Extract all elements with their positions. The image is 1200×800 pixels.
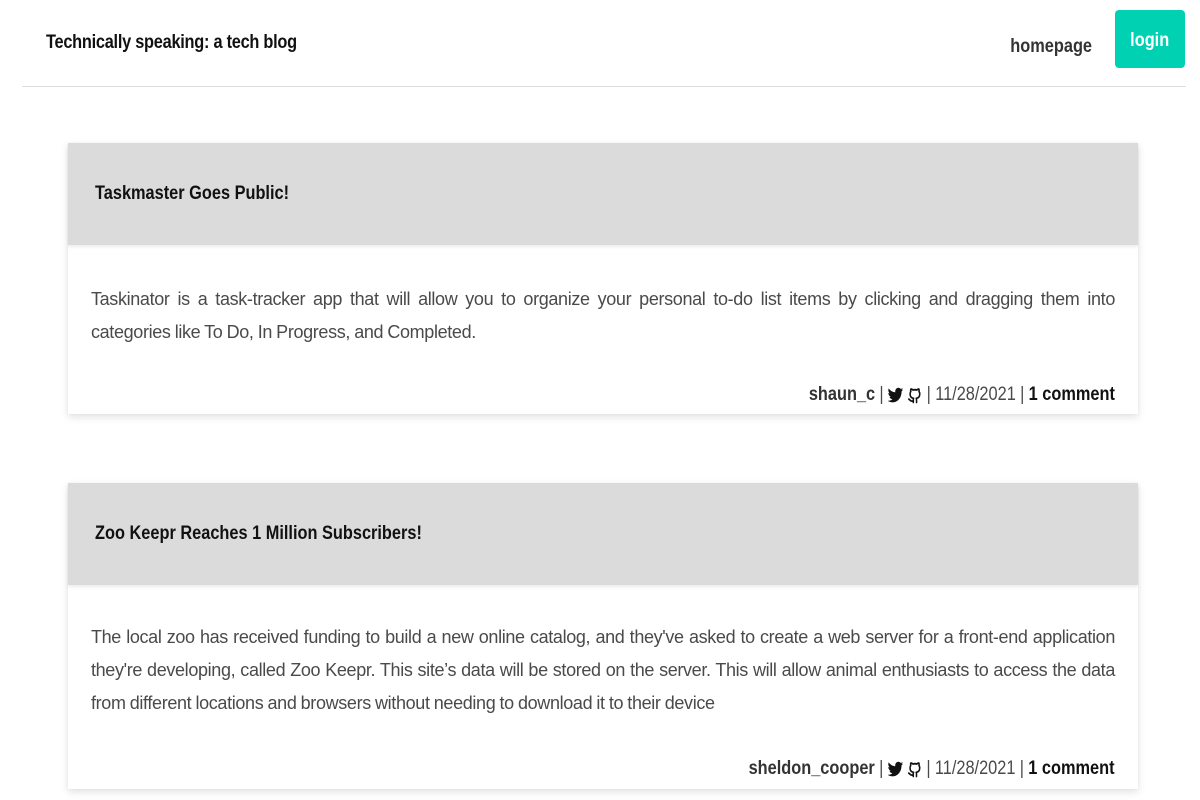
post-title[interactable]: Taskmaster Goes Public! bbox=[95, 183, 289, 205]
post-body: Taskinator is a task-tracker app that wi… bbox=[68, 245, 1138, 414]
login-label: login bbox=[1130, 30, 1170, 51]
post-date: 11/28/2021 bbox=[935, 384, 1016, 405]
post-author[interactable]: sheldon_cooper bbox=[749, 758, 875, 780]
post-body: The local zoo has received funding to bu… bbox=[68, 585, 1138, 789]
top-nav: homepage login bbox=[986, 10, 1186, 68]
site-header: Technically speaking: a tech blog homepa… bbox=[22, 0, 1186, 87]
post-author[interactable]: shaun_c bbox=[809, 384, 875, 406]
twitter-icon[interactable] bbox=[888, 760, 904, 778]
post-content: Taskinator is a task-tracker app that wi… bbox=[91, 289, 1115, 342]
login-button[interactable]: login bbox=[1115, 10, 1185, 68]
meta-separator: | bbox=[879, 758, 884, 779]
github-icon[interactable] bbox=[907, 760, 922, 778]
meta-separator: | bbox=[1020, 384, 1025, 405]
meta-separator: | bbox=[926, 384, 932, 405]
homepage-link[interactable]: homepage bbox=[1010, 36, 1092, 58]
meta-separator: | bbox=[879, 384, 884, 405]
comments-link[interactable]: 1 comment bbox=[1029, 384, 1115, 406]
meta-separator: | bbox=[1020, 758, 1025, 779]
post-meta: sheldon_cooper | | 11/28/2021 | 1 commen… bbox=[749, 758, 1115, 780]
twitter-icon[interactable] bbox=[888, 386, 904, 404]
site-title[interactable]: Technically speaking: a tech blog bbox=[46, 32, 297, 54]
post-meta: shaun_c | | 11/28/2021 | 1 comment bbox=[809, 384, 1115, 406]
post-header[interactable]: Zoo Keepr Reaches 1 Million Subscribers! bbox=[68, 483, 1138, 585]
github-icon[interactable] bbox=[907, 386, 922, 404]
post-card: Taskmaster Goes Public! Taskinator is a … bbox=[68, 143, 1138, 414]
post-title[interactable]: Zoo Keepr Reaches 1 Million Subscribers! bbox=[95, 523, 422, 545]
meta-separator: | bbox=[926, 758, 932, 779]
post-content: The local zoo has received funding to bu… bbox=[91, 627, 1115, 713]
post-card: Zoo Keepr Reaches 1 Million Subscribers!… bbox=[68, 483, 1138, 789]
comments-link[interactable]: 1 comment bbox=[1029, 758, 1115, 780]
post-header[interactable]: Taskmaster Goes Public! bbox=[68, 143, 1138, 245]
post-date: 11/28/2021 bbox=[935, 758, 1016, 779]
